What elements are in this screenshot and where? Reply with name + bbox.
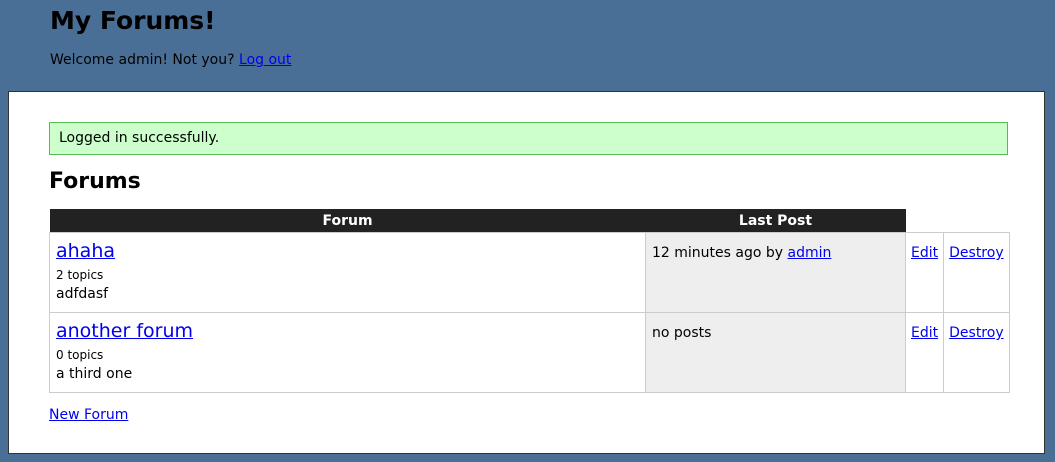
destroy-link[interactable]: Destroy xyxy=(949,325,1003,341)
forum-name-link[interactable]: another forum xyxy=(56,320,193,342)
last-post-cell: no posts xyxy=(645,312,906,393)
last-post-text: 12 minutes ago by xyxy=(652,245,784,261)
column-header-forum: Forum xyxy=(49,209,646,233)
edit-cell: Edit xyxy=(904,312,945,393)
forum-cell: ahaha 2 topics adfdasf xyxy=(49,232,646,313)
site-title: My Forums! xyxy=(50,6,216,35)
forum-description: a third one xyxy=(56,366,133,382)
table-header-row: Forum Last Post xyxy=(49,209,1010,233)
topic-count: 2 topics xyxy=(56,268,104,282)
last-post-cell: 12 minutes ago by admin xyxy=(645,232,906,313)
edit-cell: Edit xyxy=(904,232,945,313)
column-header-blank xyxy=(944,209,1009,233)
table-row: another forum 0 topics a third one no po… xyxy=(49,312,1010,393)
forums-table: Forum Last Post ahaha 2 topics adfdasf 1… xyxy=(49,209,1010,393)
destroy-cell: Destroy xyxy=(943,232,1010,313)
forum-description: adfdasf xyxy=(56,286,109,302)
logout-link[interactable]: Log out xyxy=(239,52,291,68)
section-title: Forums xyxy=(49,169,141,194)
destroy-link[interactable]: Destroy xyxy=(949,245,1003,261)
column-header-last-post: Last Post xyxy=(645,209,906,233)
flash-notice: Logged in successfully. xyxy=(49,122,1008,155)
topic-count: 0 topics xyxy=(56,348,104,362)
forum-name-link[interactable]: ahaha xyxy=(56,240,115,262)
welcome-message: Welcome admin! Not you? Log out xyxy=(50,52,291,68)
last-post-user-link[interactable]: admin xyxy=(788,245,832,261)
forum-cell: another forum 0 topics a third one xyxy=(49,312,646,393)
table-row: ahaha 2 topics adfdasf 12 minutes ago by… xyxy=(49,232,1010,313)
column-header-blank xyxy=(906,209,944,233)
last-post-text: no posts xyxy=(652,325,712,341)
welcome-text: Welcome admin! Not you? xyxy=(50,52,235,68)
new-forum-link[interactable]: New Forum xyxy=(49,407,128,423)
content-panel: Logged in successfully. Forums Forum Las… xyxy=(8,91,1045,454)
edit-link[interactable]: Edit xyxy=(911,325,938,341)
edit-link[interactable]: Edit xyxy=(911,245,938,261)
destroy-cell: Destroy xyxy=(943,312,1010,393)
